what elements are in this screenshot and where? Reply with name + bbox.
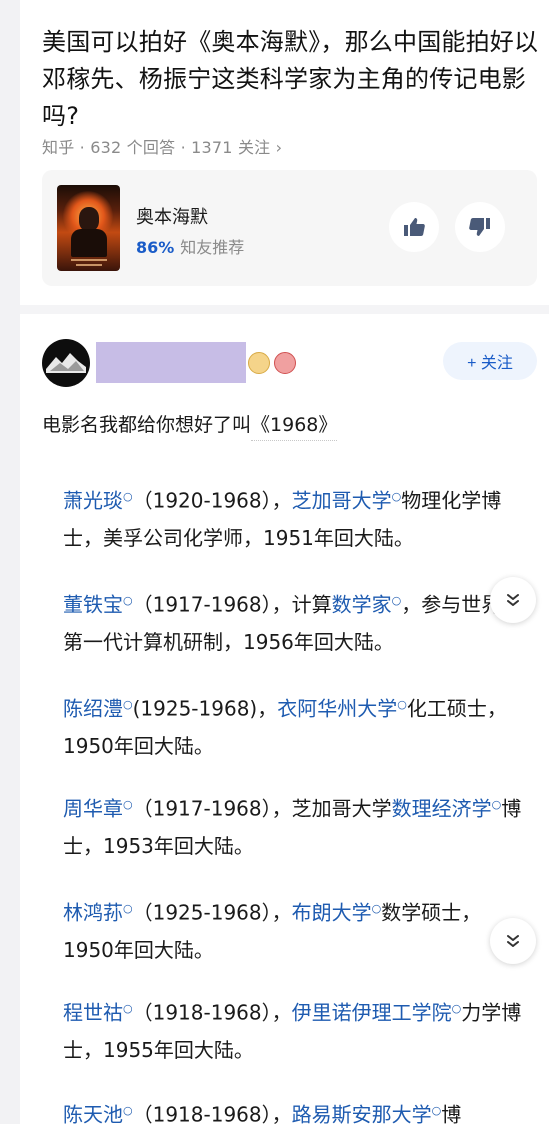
search-icon: ○ [123,798,133,811]
scientist-name-link[interactable]: 董铁宝 [63,593,123,617]
institution-link[interactable]: 衣阿华州大学 [277,697,397,721]
scientist-entry: 陈绍澧○(1925-1968)，衣阿华州大学○化工硕士，1950年回大陆。 [63,686,523,765]
collapse-button[interactable] [490,577,536,623]
double-chevron-down-icon [507,594,519,606]
section-divider [20,305,549,314]
scientist-entry: 林鸿荪○（1925-1968），布朗大学○数学硕士，1950年回大陆。 [63,890,523,969]
scientist-name-link[interactable]: 萧光琰 [63,489,123,513]
search-icon: ○ [431,1104,442,1117]
left-edge-strip [0,0,20,1124]
follow-button[interactable]: + 关注 [443,342,537,380]
scientist-years: （1925-1968）， [132,900,292,925]
scientist-entry: 董铁宝○（1917-1968），计算数学家○，参与世界上第一代计算机研制，195… [63,582,523,661]
search-icon: ○ [123,1002,133,1015]
scientist-name-link[interactable]: 周华章 [63,797,123,821]
institution-link[interactable]: 芝加哥大学 [292,489,392,513]
movie-card[interactable]: 奥本海默 86% 知友推荐 [42,170,537,286]
answer-intro: 电影名我都给你想好了叫《1968》 [42,410,338,441]
upvote-button[interactable] [389,202,439,252]
author-honor-badge [274,352,296,374]
scientist-name-link[interactable]: 林鸿荪 [63,901,123,925]
scientist-years: （1917-1968），芝加哥大学 [132,796,392,821]
scientist-years: （1917-1968），计算 [132,592,332,617]
scientist-entry: 程世祜○（1918-1968），伊里诺伊理工学院○力学博士，1955年回大陆。 [63,990,523,1069]
institution-link[interactable]: 数学家 [332,593,392,617]
scientist-entry: 陈天池○（1918-1968），路易斯安那大学○博 [63,1092,523,1134]
scientist-years: (1925-1968)， [132,696,278,721]
scientist-name-link[interactable]: 陈绍澧 [63,697,123,721]
search-icon: ○ [391,594,402,607]
author-level-badge [248,352,270,374]
search-icon: ○ [397,698,407,711]
search-icon: ○ [391,490,402,503]
author-name-redacted[interactable] [96,342,246,383]
scientist-years: （1918-1968）， [132,1000,292,1025]
question-title[interactable]: 美国可以拍好《奥本海默》，那么中国能拍好以邓稼先、杨振宁这类科学家为主角的传记电… [42,24,542,135]
scientist-years: （1918-1968）， [132,1102,292,1127]
institution-link[interactable]: 布朗大学 [292,901,372,925]
thumbs-up-icon [404,218,425,236]
scientist-name-link[interactable]: 程世祜 [63,1001,123,1025]
movie-title-link[interactable]: 《1968》 [251,414,338,441]
author-avatar[interactable] [42,339,90,387]
institution-link[interactable]: 路易斯安那大学 [292,1103,432,1127]
downvote-button[interactable] [455,202,505,252]
scientist-years: （1920-1968）， [132,488,292,513]
question-meta[interactable]: 知乎 · 632 个回答 · 1371 关注 › [42,134,282,158]
institution-link[interactable]: 数理经济学 [392,797,492,821]
scientist-entry: 周华章○（1917-1968），芝加哥大学数理经济学○博士，1953年回大陆。 [63,786,523,865]
scientist-entry: 萧光琰○（1920-1968），芝加哥大学○物理化学博士，美孚公司化学师，195… [63,478,523,557]
search-icon: ○ [451,1002,462,1015]
search-icon: ○ [123,490,133,503]
collapse-button[interactable] [490,918,536,964]
movie-score: 86% 知友推荐 [136,234,244,258]
recommend-percent: 86% [136,238,175,257]
double-chevron-down-icon [507,935,519,947]
search-icon: ○ [491,798,502,811]
thumbs-down-icon [469,218,490,236]
movie-poster [57,185,120,271]
search-icon: ○ [123,594,133,607]
recommend-label: 知友推荐 [180,238,245,257]
institution-link[interactable]: 伊里诺伊理工学院 [292,1001,452,1025]
search-icon: ○ [123,902,133,915]
answer-intro-text: 电影名我都给你想好了叫 [42,414,252,436]
scientist-description: 博 [441,1102,462,1127]
movie-name: 奥本海默 [136,207,208,228]
search-icon: ○ [371,902,382,915]
search-icon: ○ [123,698,133,711]
scientist-name-link[interactable]: 陈天池 [63,1103,123,1127]
search-icon: ○ [123,1104,133,1117]
